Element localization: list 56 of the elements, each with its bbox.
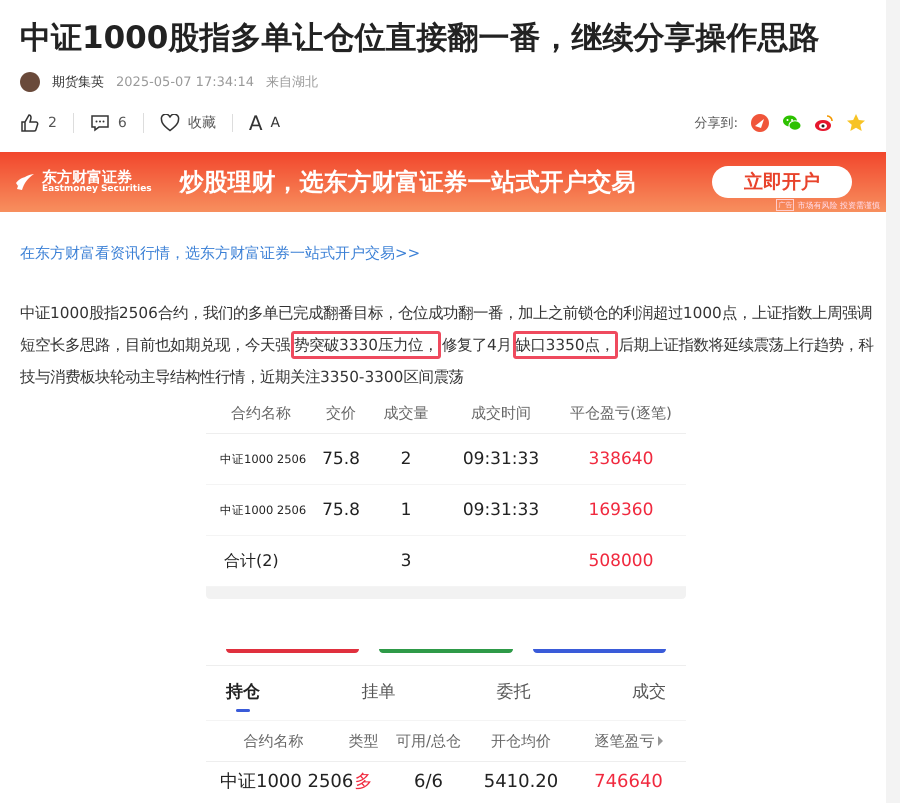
column-header: 合约名称 bbox=[244, 732, 304, 750]
weibo-icon[interactable] bbox=[814, 113, 834, 133]
brand-english-name: Eastmoney Securities bbox=[42, 185, 152, 196]
location-label: 来自湖北 bbox=[266, 74, 318, 91]
heart-icon bbox=[160, 114, 180, 132]
column-header: 可用/总仓 bbox=[396, 732, 462, 750]
column-header: 交价 bbox=[316, 393, 366, 434]
author-avatar[interactable] bbox=[20, 72, 40, 92]
font-size-button[interactable]: A A bbox=[232, 111, 296, 135]
tab[interactable]: 持仓 bbox=[226, 680, 260, 720]
table-cell: 6/6 bbox=[414, 770, 443, 792]
star-icon[interactable] bbox=[846, 113, 866, 133]
favorite-button[interactable]: 收藏 bbox=[144, 114, 233, 132]
thumbs-up-icon bbox=[20, 113, 40, 133]
table-cell: 5410.20 bbox=[484, 770, 558, 792]
table-cell: 中证1000 2506 bbox=[220, 452, 306, 466]
table-cell: 合计(2) bbox=[224, 550, 279, 570]
table-cell: 75.8 bbox=[322, 500, 360, 520]
table-cell: 09:31:33 bbox=[462, 449, 540, 469]
table-cell: 中证1000 2506 bbox=[220, 771, 354, 792]
comment-icon bbox=[90, 113, 110, 133]
column-header: 成交时间 bbox=[446, 393, 556, 434]
risk-disclaimer: 市场有风险 投资需谨慎 bbox=[797, 200, 880, 210]
table-cell: 338640 bbox=[588, 449, 654, 469]
wechat-icon[interactable] bbox=[782, 113, 802, 133]
column-header: 类型 bbox=[348, 732, 378, 750]
tab[interactable]: 挂单 bbox=[361, 680, 396, 720]
table-cell: 2 bbox=[400, 449, 412, 469]
tab[interactable]: 成交 bbox=[632, 680, 666, 720]
share-label: 分享到: bbox=[694, 115, 738, 132]
table-cell: 09:31:33 bbox=[462, 500, 540, 520]
column-header: 成交量 bbox=[366, 393, 446, 434]
promo-link[interactable]: 在东方财富看资讯行情，选东方财富证券一站式开户交易>> bbox=[20, 244, 420, 263]
comment-button[interactable]: 6 bbox=[74, 113, 144, 133]
table-cell: 3 bbox=[400, 551, 412, 571]
tab[interactable]: 委托 bbox=[496, 680, 531, 720]
table-cell: 169360 bbox=[588, 500, 654, 520]
column-header: 平仓盈亏(逐笔) bbox=[556, 393, 686, 434]
table-cell: 中证1000 2506 bbox=[220, 502, 306, 516]
article-title: 中证1000股指多单让仓位直接翻一番，继续分享操作思路 bbox=[19, 19, 820, 58]
open-account-button[interactable]: 立即开户 bbox=[712, 166, 852, 198]
scroll-right-icon[interactable] bbox=[658, 736, 662, 746]
publish-time: 2025-05-07 17:34:14 bbox=[116, 74, 254, 90]
table-cell: 75.8 bbox=[322, 449, 360, 469]
table-cell: 1 bbox=[400, 500, 412, 520]
author-name[interactable]: 期货集英 bbox=[52, 73, 104, 91]
table-cell: 746640 bbox=[594, 770, 663, 792]
brand-name: 东方财富证券 bbox=[42, 168, 132, 186]
column-header: 合约名称 bbox=[206, 393, 316, 434]
table-cell: 508000 bbox=[588, 551, 654, 571]
column-header: 开仓均价 bbox=[491, 732, 551, 750]
banner-slogan: 炒股理财，选东方财富证券一站式开户交易 bbox=[180, 167, 636, 198]
share-app-icon[interactable] bbox=[750, 113, 770, 133]
column-header: 逐笔盈亏 bbox=[594, 732, 654, 750]
like-button[interactable]: 2 bbox=[20, 113, 74, 133]
table-cell: 多 bbox=[354, 771, 372, 792]
